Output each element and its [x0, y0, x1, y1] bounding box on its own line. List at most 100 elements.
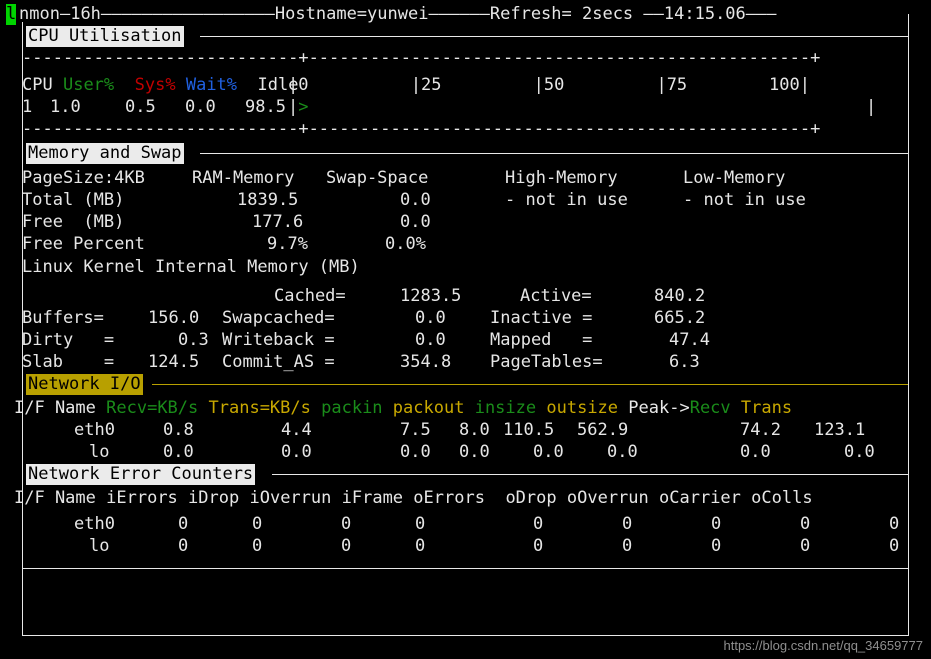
kernel-v2-0: 1283.5	[400, 286, 462, 306]
neterr-bottom-rule	[22, 568, 908, 569]
memory-col-low: Low-Memory	[683, 168, 786, 188]
memory-row-label-0: Total (MB)	[22, 190, 125, 210]
frame-right-border	[908, 14, 909, 636]
title-version: 16h	[70, 4, 101, 24]
title-app-version: nmon	[19, 4, 60, 24]
kernel-v3-1: 665.2	[654, 308, 706, 328]
frame-bottom-border	[22, 635, 909, 636]
neterr-oerrors-0: 0	[533, 514, 544, 534]
memory-col-swap: Swap-Space	[326, 168, 429, 188]
cpu-scale-row: |0 |25 |50 |75 100|	[288, 75, 810, 95]
memory-col-ram: RAM-Memory	[192, 168, 295, 188]
netio-col-recv: Recv=KB/s	[106, 398, 199, 418]
netio-col-insize: insize	[474, 398, 537, 418]
neterr-odrop-0: 0	[622, 514, 633, 534]
memory-row-swap-2: 0.0%	[385, 234, 426, 254]
neterr-ocolls-1: 0	[889, 536, 900, 556]
kernel-l1-3: Slab =	[22, 352, 115, 372]
cpu-cell-cpu: 1	[22, 97, 33, 117]
title-refresh: Refresh= 2secs	[489, 4, 634, 24]
neterr-ierrors-0: 0	[178, 514, 189, 534]
title-hostname: Hostname=yunwei	[274, 4, 429, 24]
title-bar-text: nmon—16h—————————————————Hostname=yunwei…	[19, 3, 777, 25]
kernel-l2-2: Writeback =	[222, 330, 335, 350]
netio-col-packin: packin	[321, 398, 383, 418]
netio-peak-trans-1: 0.0	[844, 442, 875, 462]
cpu-rule-top: ---------------------------+------------…	[22, 48, 821, 68]
title-dash-1: —	[59, 4, 71, 24]
kernel-l3-0: Active=	[520, 286, 592, 306]
netio-outsize-1: 0.0	[607, 442, 638, 462]
netio-insize-0: 110.5	[503, 420, 555, 440]
netio-trans-0: 4.4	[281, 420, 312, 440]
netio-packin-0: 7.5	[400, 420, 431, 440]
netio-trans-1: 0.0	[281, 442, 312, 462]
memory-row-ram-2: 9.7%	[267, 234, 308, 254]
netio-outsize-0: 562.9	[577, 420, 629, 440]
memory-row-high-0: - not in use	[505, 190, 628, 210]
cpu-col-user: User%	[62, 75, 115, 95]
netio-recv-1: 0.0	[163, 442, 194, 462]
kernel-v2-1: 0.0	[415, 308, 446, 328]
memory-row-label-2: Free Percent	[22, 234, 145, 254]
cpu-header-row: CPU User% Sys% Wait% Idle	[22, 74, 298, 96]
cpu-cell-user: 1.0	[50, 97, 81, 117]
kernel-v1-1: 156.0	[148, 308, 200, 328]
neterr-ocolls-0: 0	[889, 514, 900, 534]
kernel-l2-1: Swapcached=	[222, 308, 335, 328]
cpu-bar-row: |>	[288, 97, 309, 117]
cpu-cell-wait-wrap: 0.0	[185, 96, 216, 118]
netio-packout-1: 0.0	[459, 442, 490, 462]
neterr-col-ifname: I/F Name	[14, 488, 96, 508]
netio-header-row: I/F Name Recv=KB/s Trans=KB/s packin pac…	[14, 398, 793, 418]
neterr-col-ocolls: oColls	[751, 488, 813, 508]
memory-row-swap-0: 0.0	[400, 190, 431, 210]
netio-peak-recv-0: 74.2	[740, 420, 781, 440]
section-title-netio: Network I/O	[26, 374, 143, 395]
watermark: https://blog.csdn.net/qq_34659777	[723, 638, 924, 653]
kernel-v1-2: 0.3	[178, 330, 209, 350]
memory-row-ram-0: 1839.5	[237, 190, 299, 210]
netio-col-outsize: outsize	[546, 398, 619, 418]
neterr-col-ocarrier: oCarrier	[659, 488, 741, 508]
neterr-oerrors-1: 0	[533, 536, 544, 556]
kernel-v3-2: 47.4	[669, 330, 710, 350]
neterr-col-idrop: iDrop	[188, 488, 240, 508]
netio-title-rule	[152, 384, 908, 385]
neterr-col-odrop: oDrop	[505, 488, 557, 508]
cpu-data-row: 1	[22, 96, 32, 118]
kernel-l2-3: Commit_AS =	[222, 352, 335, 372]
kernel-l1-1: Buffers=	[22, 308, 104, 328]
neterr-iframe-0: 0	[415, 514, 426, 534]
kernel-l1-2: Dirty =	[22, 330, 115, 350]
neterr-title-rule	[272, 474, 908, 475]
neterr-col-ierrors: iErrors	[106, 488, 178, 508]
cpu-cell-idle-wrap: 98.5	[245, 96, 286, 118]
neterr-col-ooverrun: oOverrun	[566, 488, 649, 508]
cpu-title-rule	[200, 36, 908, 37]
netio-peak-recv-1: 0.0	[740, 442, 771, 462]
section-title-memory: Memory and Swap	[26, 143, 184, 164]
cpu-cell-wait: 0.0	[185, 97, 216, 117]
netio-col-ifname: I/F Name	[14, 398, 96, 418]
memory-row-ram-1: 177.6	[252, 212, 304, 232]
cpu-cell-sys-wrap: 0.5	[125, 96, 156, 118]
cpu-col-wait: Wait%	[185, 75, 238, 95]
title-rule-2: ——————	[428, 4, 490, 24]
netio-ifname-1: lo	[89, 442, 110, 462]
netio-col-packout: packout	[392, 398, 465, 418]
cpu-rule-bottom: ---------------------------+------------…	[22, 119, 821, 139]
cpu-cell-idle: 98.5	[245, 97, 286, 117]
neterr-idrop-0: 0	[252, 514, 263, 534]
section-title-neterr: Network Error Counters	[26, 464, 256, 485]
neterr-col-iframe: iFrame	[341, 488, 404, 508]
neterr-ifname-0: eth0	[74, 514, 115, 534]
netio-peak-trans-0: 123.1	[814, 420, 866, 440]
netio-col-trans: Trans=KB/s	[208, 398, 311, 418]
neterr-ooverrun-0: 0	[711, 514, 722, 534]
title-time: 14:15.06	[663, 4, 746, 24]
section-title-cpu: CPU Utilisation	[26, 26, 184, 47]
neterr-ocarrier-0: 0	[800, 514, 811, 534]
neterr-ifname-1: lo	[89, 536, 110, 556]
neterr-ooverrun-1: 0	[711, 536, 722, 556]
